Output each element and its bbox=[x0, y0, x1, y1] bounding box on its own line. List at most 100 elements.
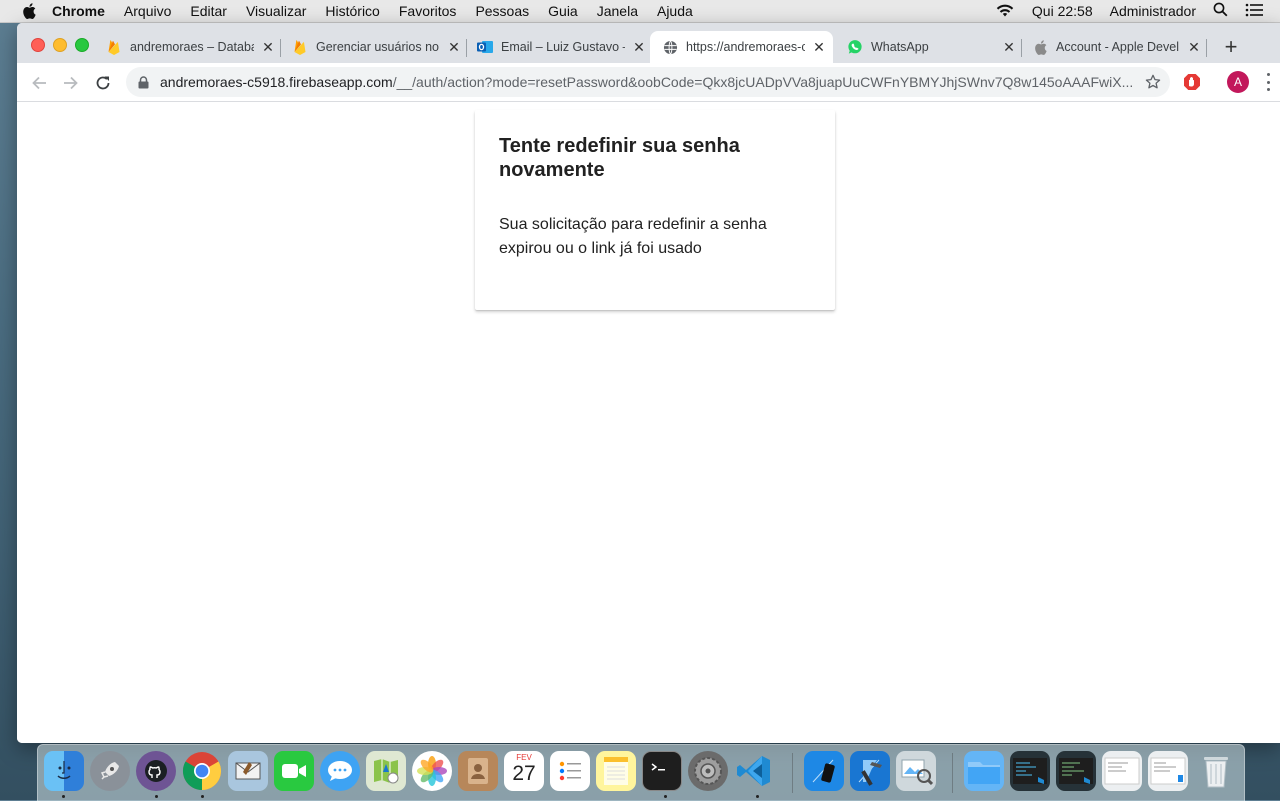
photos-icon[interactable] bbox=[412, 751, 452, 791]
running-indicator bbox=[201, 795, 204, 798]
back-button[interactable] bbox=[27, 71, 51, 95]
tab-strip: andremoraes – Databa ✕ Gerenciar usuário… bbox=[17, 23, 1280, 63]
window-controls bbox=[31, 38, 97, 52]
menubar-user[interactable]: Administrador bbox=[1110, 3, 1196, 19]
trash-icon[interactable] bbox=[1196, 751, 1236, 791]
firebase-icon bbox=[292, 39, 308, 55]
xcode-icon[interactable] bbox=[850, 751, 890, 791]
firebase-icon bbox=[106, 39, 122, 55]
reset-password-error-card: Tente redefinir sua senha novamente Sua … bbox=[475, 110, 835, 310]
tab-whatsapp[interactable]: WhatsApp ✕ bbox=[847, 31, 1017, 63]
dock-separator bbox=[952, 753, 953, 793]
window-thumbnail-document-1[interactable] bbox=[1102, 751, 1142, 791]
card-message: Sua solicitação para redefinir a senha e… bbox=[499, 216, 767, 257]
close-window-button[interactable] bbox=[31, 38, 45, 52]
forward-button[interactable] bbox=[59, 71, 83, 95]
card-title: Tente redefinir sua senha novamente bbox=[499, 135, 740, 181]
tab-email-outlook[interactable]: Email – Luiz Gustavo – ✕ bbox=[477, 31, 647, 63]
profile-initial: A bbox=[1233, 75, 1242, 89]
browser-window: andremoraes – Databa ✕ Gerenciar usuário… bbox=[17, 23, 1280, 743]
terminal-icon[interactable] bbox=[642, 751, 682, 791]
system-preferences-icon[interactable] bbox=[688, 751, 728, 791]
url-text[interactable]: andremoraes-c5918.firebaseapp.com/__/aut… bbox=[160, 74, 1140, 90]
menu-pessoas[interactable]: Pessoas bbox=[475, 3, 529, 19]
messages-icon[interactable] bbox=[320, 751, 360, 791]
profile-avatar[interactable]: A bbox=[1227, 71, 1249, 93]
running-indicator bbox=[664, 795, 667, 798]
notification-center-icon[interactable] bbox=[1245, 3, 1263, 20]
app-menu-chrome[interactable]: Chrome bbox=[52, 3, 105, 19]
menubar-status-area: Qui 22:58 Administrador bbox=[995, 0, 1280, 22]
globe-icon bbox=[662, 39, 678, 55]
close-tab-icon[interactable]: ✕ bbox=[631, 39, 647, 55]
simulator-icon[interactable] bbox=[804, 751, 844, 791]
forward-arrow-icon bbox=[64, 76, 78, 90]
notes-icon[interactable] bbox=[596, 751, 636, 791]
tab-manage-users[interactable]: Gerenciar usuários no ✕ bbox=[292, 31, 462, 63]
bookmark-star-icon[interactable] bbox=[1144, 73, 1162, 91]
back-arrow-icon bbox=[32, 76, 46, 90]
close-tab-icon[interactable]: ✕ bbox=[446, 39, 462, 55]
window-thumbnail-vscode-1[interactable] bbox=[1010, 751, 1050, 791]
menu-ajuda[interactable]: Ajuda bbox=[657, 3, 693, 19]
url-domain: andremoraes-c5918.firebaseapp.com bbox=[160, 74, 393, 90]
adblock-extension-icon[interactable] bbox=[1183, 73, 1201, 91]
menu-guia[interactable]: Guia bbox=[548, 3, 578, 19]
menu-visualizar[interactable]: Visualizar bbox=[246, 3, 306, 19]
tab-title: Account - Apple Devel bbox=[1056, 40, 1179, 54]
wifi-icon[interactable] bbox=[995, 3, 1015, 20]
close-tab-icon[interactable]: ✕ bbox=[1186, 39, 1202, 55]
finder-icon[interactable] bbox=[44, 751, 84, 791]
reload-button[interactable] bbox=[91, 71, 115, 95]
vscode-icon[interactable] bbox=[734, 751, 774, 791]
tab-firebase-database[interactable]: andremoraes – Databa ✕ bbox=[106, 31, 276, 63]
facetime-icon[interactable] bbox=[274, 751, 314, 791]
tab-title: andremoraes – Databa bbox=[130, 40, 254, 54]
contacts-icon[interactable] bbox=[458, 751, 498, 791]
maps-icon[interactable] bbox=[366, 751, 406, 791]
menu-editar[interactable]: Editar bbox=[190, 3, 227, 19]
menu-arquivo[interactable]: Arquivo bbox=[124, 3, 171, 19]
reminders-icon[interactable] bbox=[550, 751, 590, 791]
browser-toolbar: andremoraes-c5918.firebaseapp.com/__/aut… bbox=[17, 63, 1280, 102]
address-bar[interactable]: andremoraes-c5918.firebaseapp.com/__/aut… bbox=[126, 67, 1170, 97]
chrome-icon[interactable] bbox=[182, 751, 222, 791]
minimize-window-button[interactable] bbox=[53, 38, 67, 52]
window-thumbnail-vscode-2[interactable] bbox=[1056, 751, 1096, 791]
new-tab-button[interactable]: + bbox=[1219, 34, 1243, 59]
calendar-icon[interactable]: FEV 27 bbox=[504, 751, 544, 791]
menu-janela[interactable]: Janela bbox=[597, 3, 638, 19]
tab-separator bbox=[466, 39, 467, 57]
chrome-menu-button[interactable] bbox=[1263, 73, 1273, 91]
mail-icon[interactable] bbox=[228, 751, 268, 791]
github-desktop-icon[interactable] bbox=[136, 751, 176, 791]
running-indicator bbox=[62, 795, 65, 798]
menubar-clock[interactable]: Qui 22:58 bbox=[1032, 3, 1093, 19]
url-path: /__/auth/action?mode=resetPassword&oobCo… bbox=[392, 74, 1134, 90]
apple-menu-icon[interactable] bbox=[20, 2, 38, 20]
tab-separator bbox=[1021, 39, 1022, 57]
menu-favoritos[interactable]: Favoritos bbox=[399, 3, 457, 19]
tab-title: Email – Luiz Gustavo – bbox=[501, 40, 625, 54]
tab-active-reset-password[interactable]: https://andremoraes-c ✕ bbox=[650, 31, 833, 63]
menu-historico[interactable]: Histórico bbox=[325, 3, 379, 19]
spotlight-search-icon[interactable] bbox=[1213, 2, 1228, 20]
window-thumbnail-document-2[interactable] bbox=[1148, 751, 1188, 791]
close-tab-icon[interactable]: ✕ bbox=[1001, 39, 1017, 55]
preview-icon[interactable] bbox=[896, 751, 936, 791]
tab-apple-developer[interactable]: Account - Apple Devel ✕ bbox=[1032, 31, 1202, 63]
outlook-icon bbox=[477, 39, 493, 55]
close-tab-icon[interactable]: ✕ bbox=[260, 39, 276, 55]
macos-menu-bar: Chrome Arquivo Editar Visualizar Históri… bbox=[0, 0, 1280, 23]
close-tab-icon[interactable]: ✕ bbox=[811, 39, 827, 55]
tab-separator bbox=[1206, 39, 1207, 57]
tab-title: WhatsApp bbox=[871, 40, 929, 54]
tab-separator bbox=[280, 39, 281, 57]
calendar-day: 27 bbox=[512, 762, 536, 785]
maximize-window-button[interactable] bbox=[75, 38, 89, 52]
apple-icon bbox=[1032, 39, 1048, 55]
downloads-folder-icon[interactable] bbox=[964, 751, 1004, 791]
tab-title: https://andremoraes-c bbox=[686, 40, 805, 54]
lock-icon[interactable] bbox=[136, 75, 150, 89]
launchpad-icon[interactable] bbox=[90, 751, 130, 791]
